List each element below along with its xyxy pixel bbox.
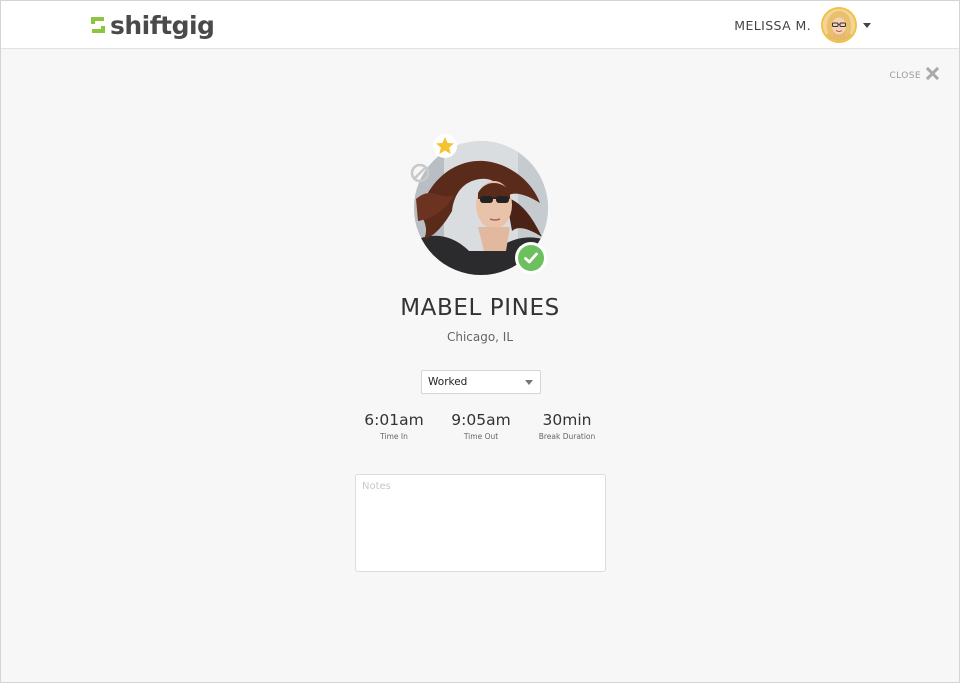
- break-duration-value: 30min: [542, 411, 592, 429]
- worker-name: MABEL PINES: [400, 295, 560, 321]
- favorite-star-icon[interactable]: [433, 134, 457, 158]
- time-in-stat: 6:01am Time In: [349, 411, 439, 441]
- top-bar: shiftgig MELISSA M.: [1, 1, 959, 49]
- close-icon: [925, 66, 940, 85]
- user-name: MELISSA M.: [734, 17, 811, 33]
- app-frame: shiftgig MELISSA M. CLOSE MABEL PINES Ch…: [0, 0, 960, 683]
- verified-check-icon: [515, 242, 547, 274]
- brand-name: shiftgig: [110, 10, 215, 40]
- brand-logo[interactable]: shiftgig: [89, 9, 215, 41]
- chevron-down-icon: [525, 379, 533, 385]
- user-menu[interactable]: MELISSA M.: [734, 7, 871, 43]
- shiftgig-logo-icon: [89, 15, 107, 35]
- time-in-label: Time In: [380, 432, 408, 441]
- check-circle: [518, 245, 544, 271]
- worker-location: Chicago, IL: [446, 330, 514, 344]
- time-out-stat: 9:05am Time Out: [436, 411, 526, 441]
- user-avatar[interactable]: [821, 7, 857, 43]
- close-button[interactable]: CLOSE: [889, 66, 940, 85]
- status-selected-value: Worked: [428, 376, 468, 388]
- time-in-value: 6:01am: [364, 411, 424, 429]
- time-out-value: 9:05am: [451, 411, 511, 429]
- time-out-label: Time Out: [463, 432, 499, 441]
- close-label: CLOSE: [889, 71, 921, 81]
- break-duration-stat: 30min Break Duration: [522, 411, 612, 441]
- notes-field[interactable]: [355, 474, 606, 572]
- chevron-down-icon[interactable]: [863, 22, 871, 28]
- block-icon[interactable]: [409, 162, 431, 184]
- break-duration-label: Break Duration: [538, 432, 596, 441]
- status-select[interactable]: Worked: [421, 370, 541, 394]
